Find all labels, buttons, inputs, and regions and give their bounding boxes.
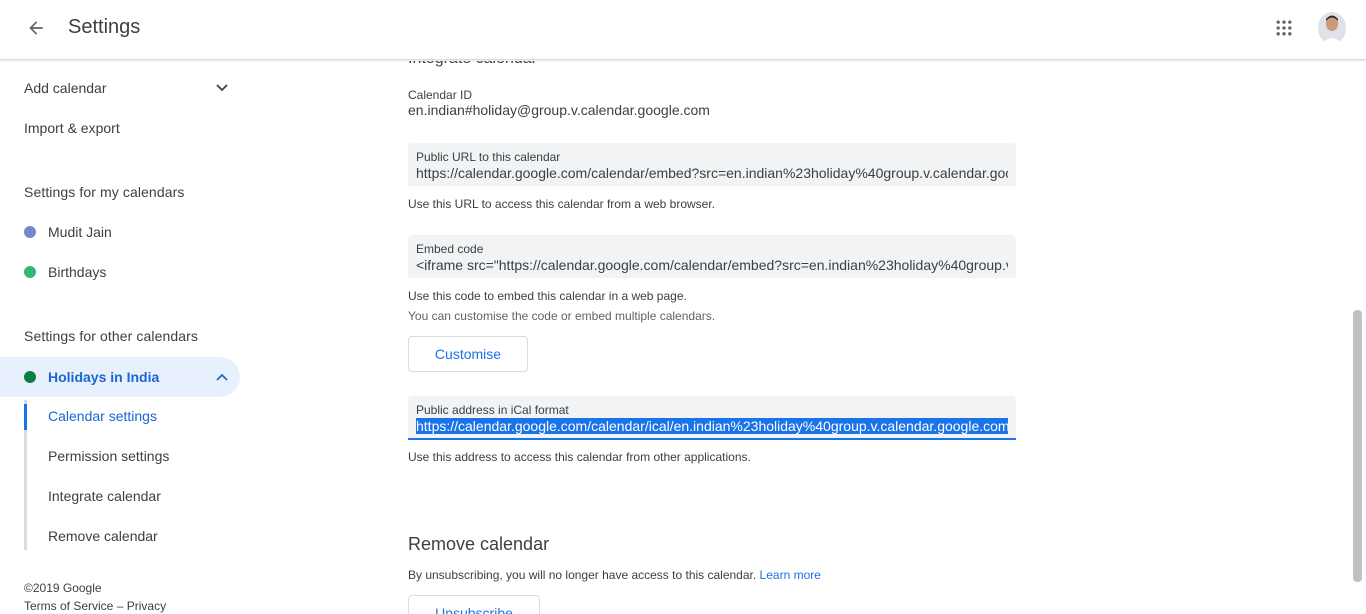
sidebar-item-calendar-settings[interactable]: Calendar settings [0, 396, 240, 436]
unsubscribe-text: By unsubscribing, you will no longer hav… [408, 568, 757, 582]
my-calendars-heading: Settings for my calendars [24, 184, 185, 200]
calendar-color-dot [24, 266, 36, 278]
sidebar-item-permission-settings[interactable]: Permission settings [0, 436, 240, 476]
privacy-link[interactable]: Privacy [127, 599, 166, 613]
apps-grid-icon[interactable] [1264, 8, 1304, 48]
user-avatar[interactable] [1318, 12, 1346, 44]
ical-address-label: Public address in iCal format [416, 403, 569, 417]
top-app-bar: Settings [0, 0, 1366, 60]
copyright-text: ©2019 Google [24, 581, 102, 595]
sidebar-item-holidays-in-india[interactable]: Holidays in India [0, 357, 240, 397]
page-title: Settings [68, 16, 141, 38]
sidebar-item-label: Birthdays [48, 264, 107, 280]
calendar-color-dot [24, 226, 36, 238]
calendar-id-value: en.indian#holiday@group.v.calendar.googl… [408, 102, 710, 118]
sidebar-item-label: Remove calendar [48, 528, 158, 544]
ical-address-field[interactable]: Public address in iCal format https://ca… [408, 396, 1016, 440]
embed-code-value[interactable]: <iframe src="https://calendar.google.com… [416, 257, 1008, 273]
remove-calendar-title: Remove calendar [408, 534, 550, 554]
ical-selected-text: https://calendar.google.com/calendar/ica… [416, 418, 1008, 434]
sidebar-item-add-calendar[interactable]: Add calendar [0, 68, 240, 108]
public-url-value[interactable]: https://calendar.google.com/calendar/emb… [416, 165, 1008, 181]
public-url-label: Public URL to this calendar [416, 150, 561, 164]
sidebar-item-label: Holidays in India [48, 369, 160, 385]
sidebar-item-remove-calendar[interactable]: Remove calendar [0, 516, 240, 556]
customise-button[interactable]: Customise [408, 336, 528, 372]
embed-code-label: Embed code [416, 242, 484, 256]
sidebar-item-label: Permission settings [48, 448, 170, 464]
arrow-back-icon[interactable] [16, 8, 56, 48]
calendar-color-dot [24, 371, 36, 383]
unsubscribe-button[interactable]: Unsubscribe [408, 595, 540, 614]
learn-more-link[interactable]: Learn more [760, 568, 821, 582]
footer-separator: – [116, 599, 124, 613]
sidebar-item-birthdays[interactable]: Birthdays [0, 252, 240, 292]
terms-link[interactable]: Terms of Service [24, 599, 113, 613]
footer-links: Terms of Service – Privacy [24, 599, 166, 613]
public-url-field[interactable]: Public URL to this calendar https://cale… [408, 143, 1016, 186]
sidebar-item-label: Import & export [24, 120, 120, 136]
public-url-hint: Use this URL to access this calendar fro… [408, 197, 716, 211]
calendar-id-label: Calendar ID [408, 88, 473, 102]
other-calendars-heading: Settings for other calendars [24, 328, 199, 344]
sidebar-item-label: Integrate calendar [48, 488, 161, 504]
chevron-up-icon[interactable] [212, 369, 232, 385]
embed-code-field[interactable]: Embed code <iframe src="https://calendar… [408, 235, 1016, 278]
chevron-down-icon[interactable] [212, 80, 232, 96]
scrollbar-thumb[interactable] [1353, 310, 1362, 582]
sidebar-item-integrate-calendar[interactable]: Integrate calendar [0, 476, 240, 516]
embed-code-hint: Use this code to embed this calendar in … [408, 289, 687, 303]
sidebar-item-label: Add calendar [24, 80, 107, 96]
unsubscribe-description: By unsubscribing, you will no longer hav… [408, 568, 821, 582]
ical-address-value[interactable]: https://calendar.google.com/calendar/ica… [416, 418, 1008, 434]
embed-code-hint-secondary: You can customise the code or embed mult… [408, 309, 716, 323]
sidebar-item-label: Mudit Jain [48, 224, 112, 240]
sidebar-item-label: Calendar settings [48, 408, 157, 424]
ical-address-hint: Use this address to access this calendar… [408, 450, 751, 464]
sidebar-item-import-export[interactable]: Import & export [0, 108, 240, 148]
sidebar-item-mudit-jain[interactable]: Mudit Jain [0, 212, 240, 252]
